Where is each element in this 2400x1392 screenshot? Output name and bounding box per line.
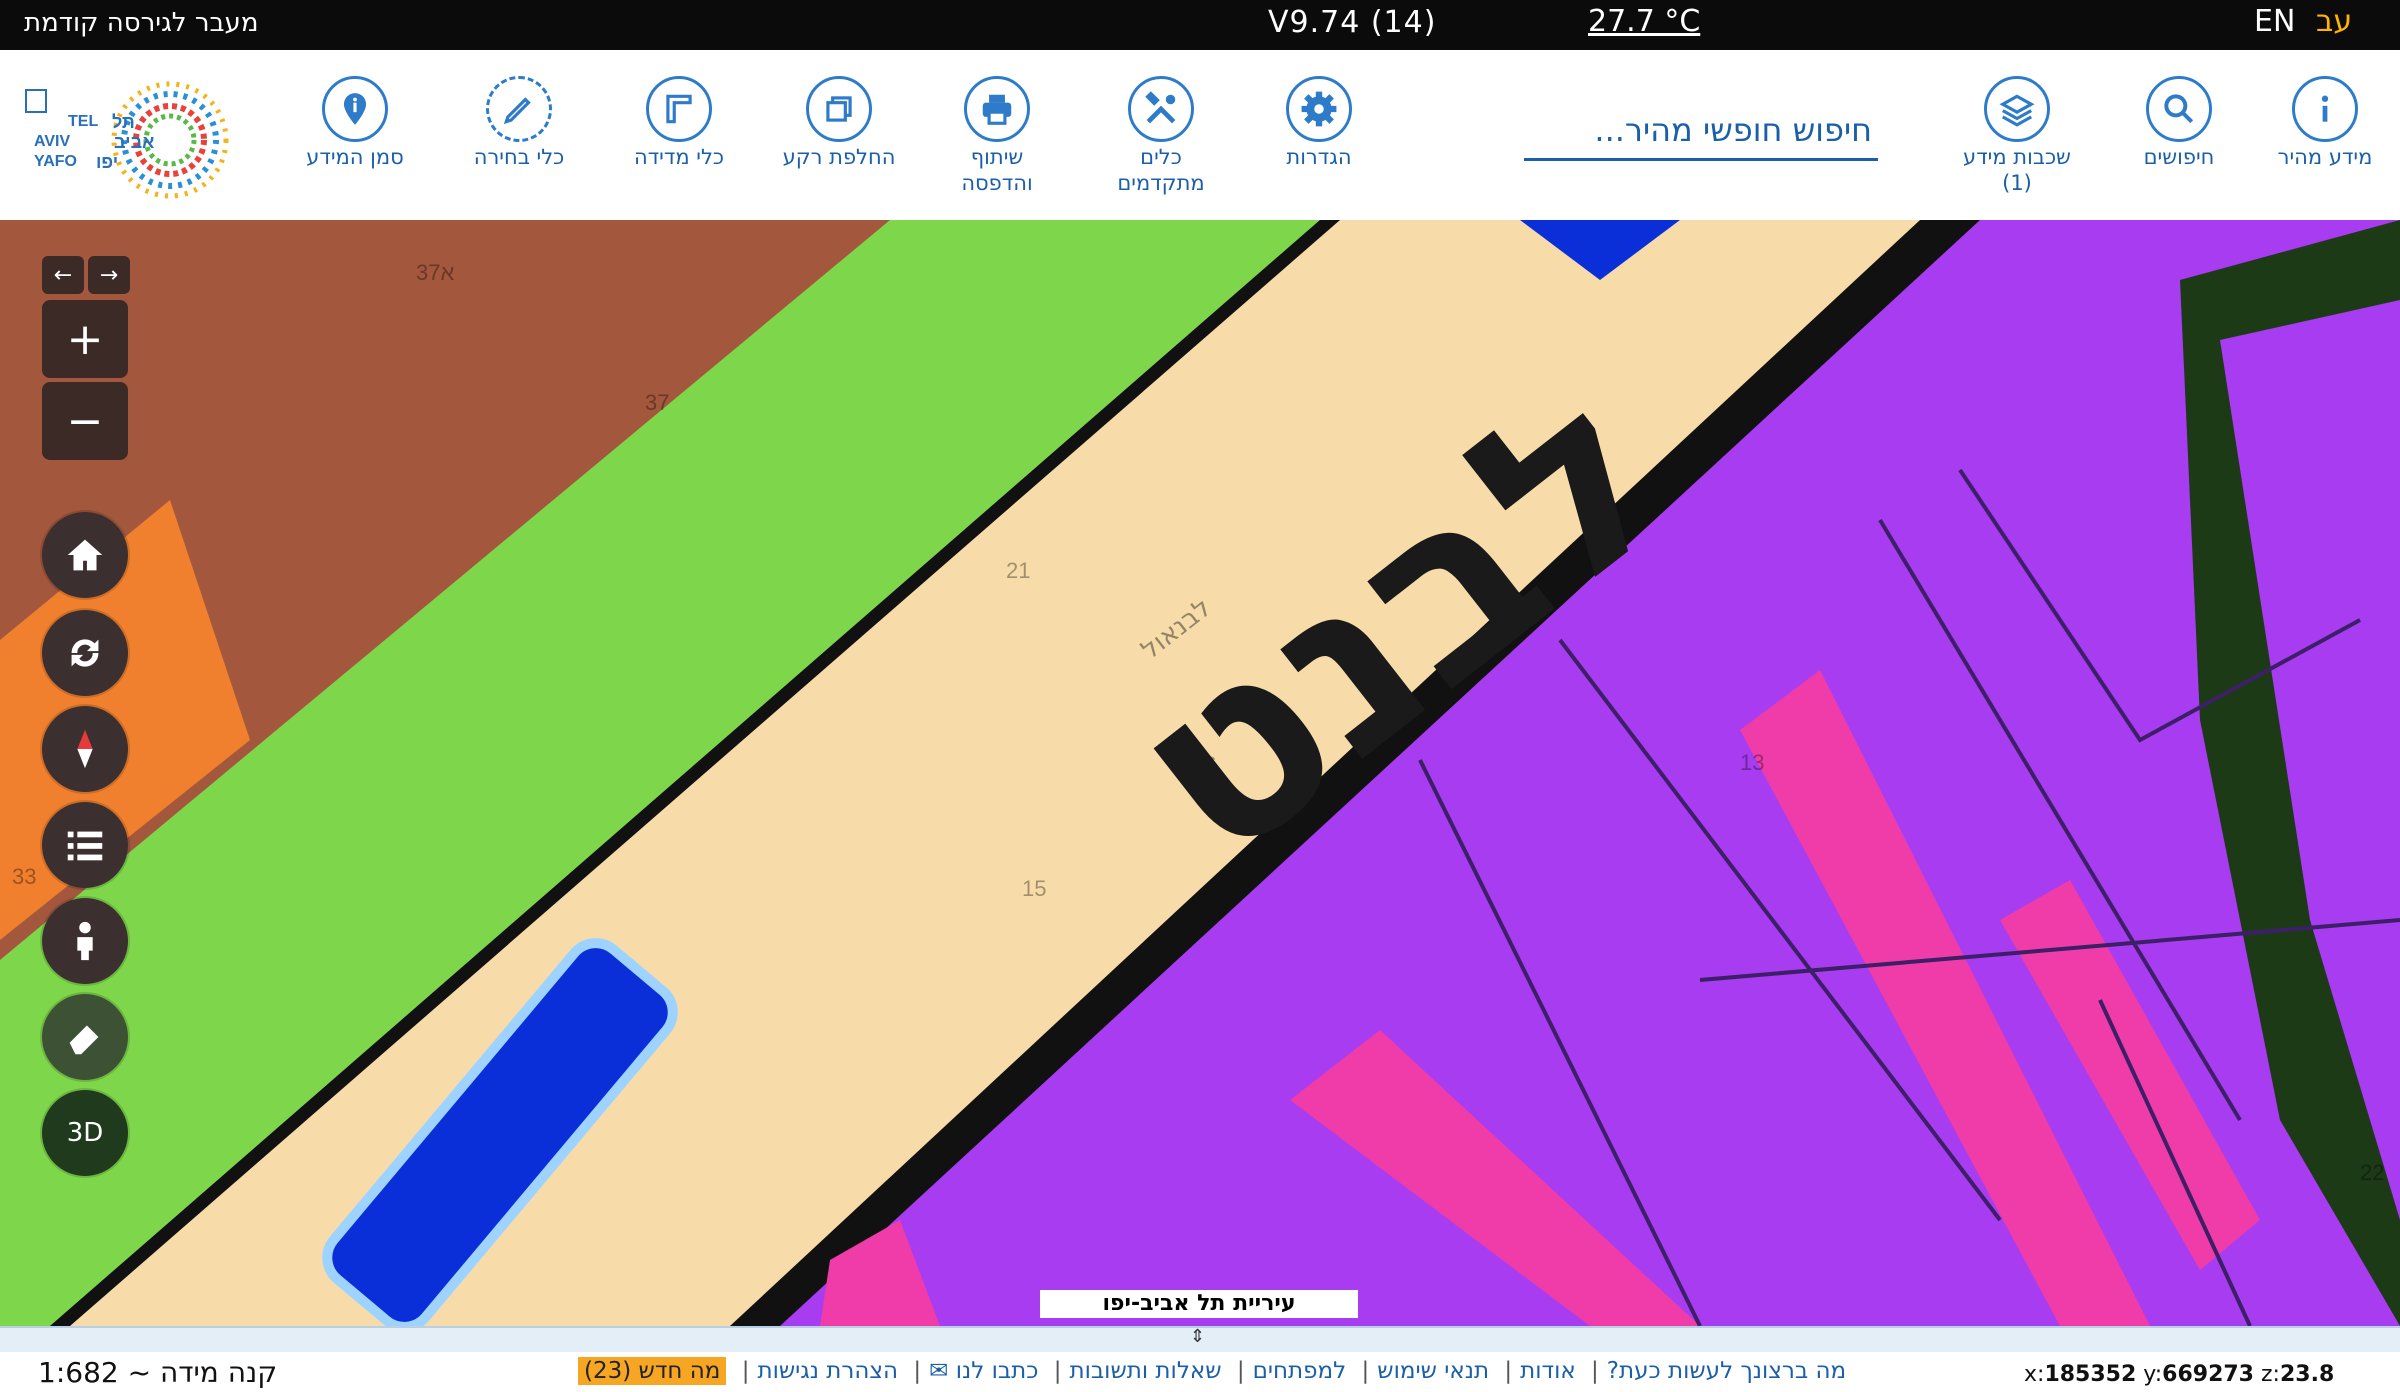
layers-count: (1) xyxy=(2002,171,2032,195)
compass-button[interactable] xyxy=(42,706,128,792)
parcel-label: 37א xyxy=(416,260,454,285)
settings-tool[interactable]: הגדרות xyxy=(1244,76,1394,170)
quick-search-input[interactable] xyxy=(1524,102,1878,158)
footer-bar: קנה מידה ~ 1:682 מה ברצונך לעשות כעת?| א… xyxy=(0,1352,2400,1392)
parcel-label: 21 xyxy=(1006,558,1030,583)
temperature-link[interactable]: 27.7 °C xyxy=(1588,4,1700,39)
svg-text:YAFO: YAFO xyxy=(34,153,77,170)
footer-link-terms[interactable]: תנאי שימוש xyxy=(1377,1358,1489,1384)
select-tool[interactable]: כלי בחירה xyxy=(444,76,594,170)
mark-info-tool[interactable]: סמן המידע xyxy=(280,76,430,170)
measure-tool-label: כלי מדידה xyxy=(633,145,725,169)
advanced-line2: מתקדמים xyxy=(1117,171,1205,195)
forward-arrow-icon[interactable]: → xyxy=(88,256,130,294)
advanced-line1: כלים xyxy=(1140,145,1182,169)
refresh-button[interactable] xyxy=(42,610,128,696)
searches-tool[interactable]: חיפושים xyxy=(2104,76,2254,170)
parcel-label: 33 xyxy=(12,864,36,889)
tel-aviv-logo[interactable]: TEL AVIV YAFO תל אביב יפו xyxy=(20,78,250,200)
footer-link-accessibility[interactable]: הצהרת נגישות xyxy=(757,1358,898,1384)
eraser-icon xyxy=(69,1025,99,1055)
pencil-select-icon xyxy=(486,76,552,142)
basemap-label: החלפת רקע xyxy=(782,145,896,169)
zoom-out-button[interactable]: − xyxy=(42,382,128,460)
ruler-icon xyxy=(646,76,712,142)
main-toolbar: TEL AVIV YAFO תל אביב יפו סמן המידע כלי … xyxy=(0,50,2400,221)
list-icon xyxy=(67,831,103,861)
share-print-tool[interactable]: שיתוף והדפסה xyxy=(922,76,1072,196)
home-icon xyxy=(67,539,103,571)
coord-y: 669273 xyxy=(2162,1362,2254,1387)
map-view[interactable]: 37א 37 21 16 15 13 33 22 לבנט לבנאול ← →… xyxy=(0,220,2400,1326)
basemap-swap-icon xyxy=(806,76,872,142)
quick-info-label: מידע מהיר xyxy=(2277,145,2373,169)
searches-label: חיפושים xyxy=(2143,145,2215,169)
refresh-icon xyxy=(71,639,99,667)
settings-label: הגדרות xyxy=(1286,145,1352,169)
emblem-icon xyxy=(25,89,47,113)
eraser-button[interactable] xyxy=(42,994,128,1080)
history-nav: ← → xyxy=(42,256,130,294)
basemap-tool[interactable]: החלפת רקע xyxy=(764,76,914,170)
footer-link-about[interactable]: אודות xyxy=(1520,1358,1576,1384)
coord-z: 23.8 xyxy=(2279,1362,2335,1387)
svg-text:אביב: אביב xyxy=(114,132,154,152)
coordinate-readout: x:185352 y:669273 z:23.8 xyxy=(2024,1362,2335,1387)
footer-link-what-to-do[interactable]: מה ברצונך לעשות כעת? xyxy=(1607,1358,1846,1384)
previous-version-link[interactable]: מעבר לגירסה קודמת xyxy=(24,8,258,38)
coord-x: 185352 xyxy=(2044,1362,2137,1387)
whats-new-badge[interactable]: מה חדש (23) xyxy=(578,1357,727,1385)
svg-text:AVIV: AVIV xyxy=(34,133,70,150)
map-scale: קנה מידה ~ 1:682 xyxy=(38,1356,278,1389)
top-bar: מעבר לגירסה קודמת V9.74 (14) 27.7 °C EN … xyxy=(0,0,2400,50)
advanced-tools[interactable]: כלים מתקדמים xyxy=(1086,76,1236,196)
language-he-button[interactable]: עב xyxy=(2316,4,2352,39)
panel-resize-handle[interactable]: ⇕ xyxy=(0,1326,2400,1354)
footer-link-developers[interactable]: למפתחים xyxy=(1253,1358,1347,1384)
logo-text: TEL xyxy=(68,113,98,130)
info-layers-tool[interactable]: שכבות מידע (1) xyxy=(1942,76,2092,196)
parcel-label: 37 xyxy=(645,390,669,415)
measure-tool[interactable]: כלי מדידה xyxy=(604,76,754,170)
parcel-label: 22 xyxy=(2360,1160,2384,1185)
select-tool-label: כלי בחירה xyxy=(473,145,565,169)
share-line1: שיתוף xyxy=(970,145,1024,169)
version-label: V9.74 (14) xyxy=(1268,5,1437,40)
layers-icon xyxy=(1984,76,2050,142)
footer-link-contact[interactable]: כתבו לנו ✉ xyxy=(929,1358,1038,1384)
quick-search xyxy=(1524,102,1878,161)
hammer-wrench-icon xyxy=(1128,76,1194,142)
layers-line1: שכבות מידע xyxy=(1963,145,2071,169)
map-pin-icon xyxy=(322,76,388,142)
map-canvas: 37א 37 21 16 15 13 33 22 לבנט לבנאול xyxy=(0,220,2400,1326)
person-icon xyxy=(77,921,93,961)
zoom-in-button[interactable]: + xyxy=(42,300,128,378)
3d-button[interactable]: 3D xyxy=(42,1090,128,1176)
search-icon xyxy=(2146,76,2212,142)
city-label: עיריית תל אביב-יפו xyxy=(1040,1290,1358,1318)
svg-text:יפו: יפו xyxy=(96,152,118,172)
home-button[interactable] xyxy=(42,512,128,598)
minus-icon: − xyxy=(66,395,104,447)
printer-icon xyxy=(964,76,1030,142)
language-en-button[interactable]: EN xyxy=(2254,4,2295,39)
quick-info-tool[interactable]: מידע מהיר xyxy=(2250,76,2400,170)
back-arrow-icon[interactable]: ← xyxy=(42,256,84,294)
mark-info-label: סמן המידע xyxy=(306,145,404,169)
share-line2: והדפסה xyxy=(961,171,1033,195)
parcel-label: 15 xyxy=(1022,876,1046,901)
svg-text:תל: תל xyxy=(112,112,135,132)
resize-arrows-icon: ⇕ xyxy=(1190,1326,1206,1347)
info-icon xyxy=(2292,76,2358,142)
legend-button[interactable] xyxy=(42,802,128,888)
gear-icon xyxy=(1286,76,1352,142)
compass-icon xyxy=(77,729,93,769)
parcel-label: 13 xyxy=(1740,750,1764,775)
plus-icon: + xyxy=(66,313,104,365)
street-view-button[interactable] xyxy=(42,898,128,984)
footer-links: מה ברצונך לעשות כעת?| אודות| תנאי שימוש|… xyxy=(578,1357,1846,1385)
footer-link-faq[interactable]: שאלות ותשובות xyxy=(1070,1358,1222,1384)
